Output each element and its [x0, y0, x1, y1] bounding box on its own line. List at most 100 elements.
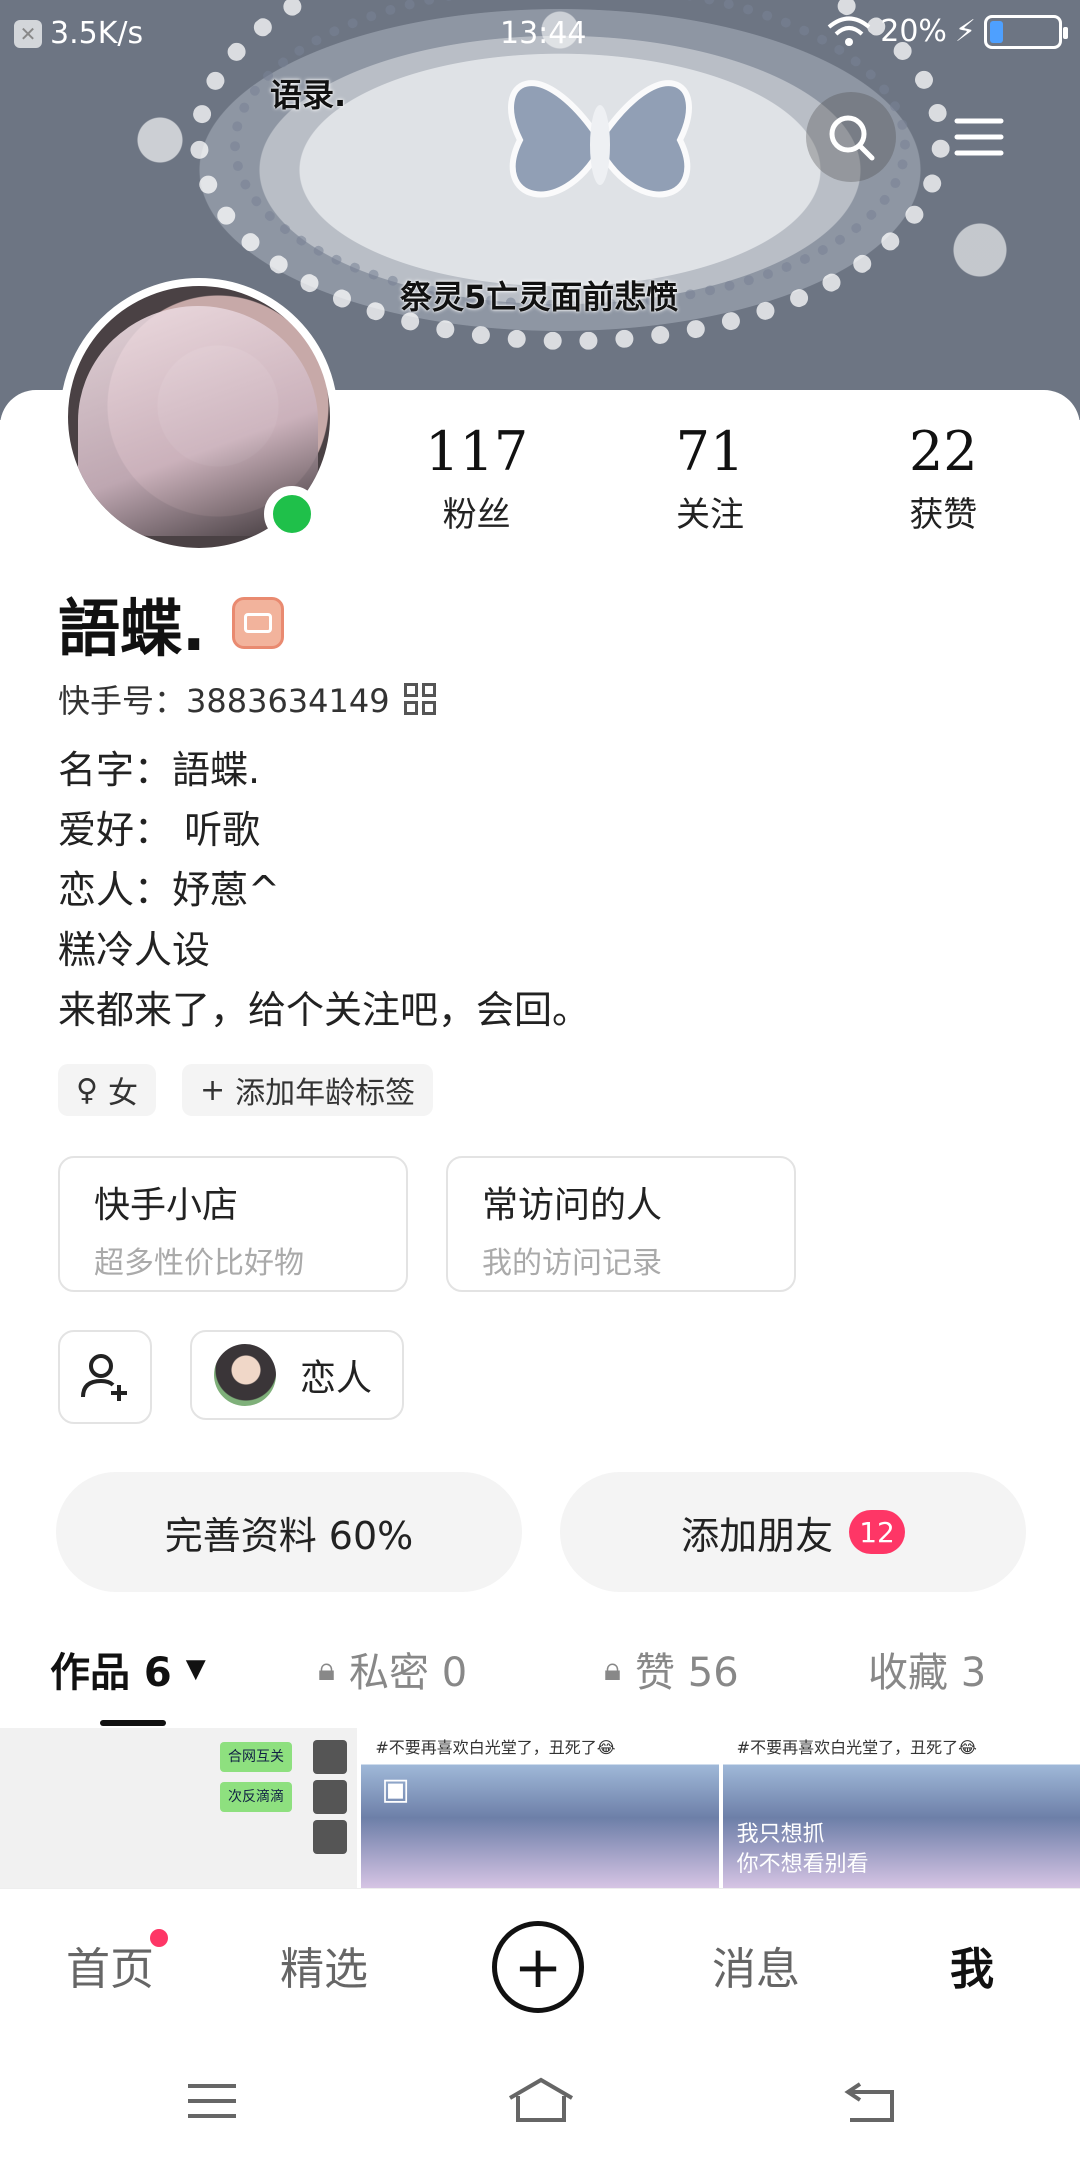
- kuaishou-id[interactable]: 快手号：3883634149: [58, 676, 436, 722]
- network-speed: 3.5K/s: [50, 16, 144, 51]
- profile-tags: ♀ 女 + 添加年龄标签: [58, 1064, 434, 1116]
- relation-actions: 恋人: [58, 1330, 404, 1424]
- stat-label: 粉丝: [442, 495, 511, 535]
- stat-followers[interactable]: 117 粉丝: [360, 420, 593, 536]
- friend-request-badge: 12: [849, 1510, 905, 1554]
- tab-label: 作品 6: [50, 1650, 172, 1696]
- qr-code-icon[interactable]: [403, 683, 436, 715]
- chat-chip: 合网互关: [220, 1742, 292, 1772]
- bottom-nav: 首页 精选 + 消息 我: [0, 1888, 1080, 2038]
- recent-apps-icon[interactable]: [182, 2076, 242, 2126]
- bio-line: 恋人：妤蒽^: [58, 868, 280, 912]
- lock-icon: 🔒︎: [604, 1649, 622, 1688]
- lover-avatar: [214, 1344, 276, 1406]
- complete-profile-button[interactable]: 完善资料 60%: [56, 1472, 522, 1592]
- caret-down-icon: ▼: [185, 1654, 206, 1684]
- active-tab-indicator: [100, 1720, 166, 1726]
- video-thumbnail[interactable]: #不要再喜欢白光堂了，丑死了😂 我只想抓 你不想看别看: [722, 1728, 1080, 1890]
- gender-tag[interactable]: ♀ 女: [58, 1064, 156, 1116]
- notification-dot: [150, 1929, 168, 1947]
- username-text: 語蝶.: [58, 592, 206, 665]
- create-button[interactable]: +: [492, 1921, 584, 2013]
- bio: 名字：語蝶. 爱好： 听歌 恋人：妤蒽^ 糕冷人设 来都来了，给个关注吧，会回。: [58, 740, 590, 1040]
- hamburger-menu-icon: [954, 118, 1004, 156]
- search-icon: [829, 115, 875, 161]
- lover-button[interactable]: 恋人: [190, 1330, 404, 1420]
- stat-following[interactable]: 71 关注: [593, 420, 826, 536]
- online-status-dot: [264, 486, 320, 542]
- system-nav-bar: [0, 2040, 1080, 2160]
- content-tabs: 作品 6 ▼ 🔒︎ 私密 0 🔒︎ 赞 56 收藏 3: [0, 1640, 1080, 1730]
- bio-line: 来都来了，给个关注吧，会回。: [58, 988, 591, 1032]
- chat-avatar: [313, 1740, 348, 1774]
- stat-number: 71: [675, 420, 745, 483]
- add-age-tag-button[interactable]: + 添加年龄标签: [181, 1064, 434, 1116]
- wifi-icon: [827, 16, 871, 46]
- works-grid: 合网互关 次反滴滴 #不要再喜欢白光堂了，丑死了😂 ▣ #不要再喜欢白光堂了，丑…: [0, 1728, 1080, 1890]
- tab-favorites[interactable]: 收藏 3: [868, 1640, 986, 1698]
- video-thumbnail[interactable]: 合网互关 次反滴滴: [0, 1728, 358, 1890]
- overlay-line: 你不想看别看: [736, 1852, 869, 1877]
- video-title: #不要再喜欢白光堂了，丑死了😂: [736, 1738, 977, 1757]
- level-badge-icon[interactable]: [231, 597, 284, 649]
- close-notification-icon: ✕: [14, 19, 42, 48]
- stat-likes[interactable]: 22 获赞: [827, 420, 1060, 536]
- profile-actions: 完善资料 60% 添加朋友 12: [56, 1472, 1026, 1592]
- chat-avatar: [313, 1780, 348, 1814]
- bio-line: 糕冷人设: [58, 928, 211, 972]
- tab-label: 赞 56: [635, 1650, 739, 1696]
- kuaishou-shop-tile[interactable]: 快手小店 超多性价比好物: [58, 1156, 408, 1292]
- nav-me[interactable]: 我: [950, 1933, 994, 1997]
- gender-text: 女: [107, 1076, 138, 1111]
- add-person-icon: [81, 1354, 127, 1401]
- username: 語蝶.: [58, 578, 284, 668]
- nav-featured[interactable]: 精选: [280, 1933, 368, 1997]
- chat-avatar: [313, 1820, 348, 1854]
- clock: 13:44: [500, 16, 587, 51]
- search-button[interactable]: [806, 92, 896, 182]
- tile-subtitle: 我的访问记录: [482, 1246, 662, 1281]
- battery-percent: 20%: [880, 14, 947, 49]
- butterfly-decoration: [508, 80, 692, 198]
- menu-button[interactable]: [934, 92, 1024, 182]
- kuaishou-id-text: 快手号：3883634149: [58, 682, 390, 720]
- banner-caption: 语录.: [270, 76, 347, 114]
- complete-profile-label: 完善资料 60%: [164, 1513, 414, 1558]
- back-icon[interactable]: [840, 2076, 900, 2126]
- female-icon: ♀: [76, 1072, 98, 1108]
- frequent-visitors-tile[interactable]: 常访问的人 我的访问记录: [446, 1156, 796, 1292]
- nav-home[interactable]: 首页: [66, 1933, 154, 1997]
- tab-label: 收藏 3: [868, 1650, 987, 1696]
- chat-chip: 次反滴滴: [220, 1782, 292, 1812]
- tab-private[interactable]: 🔒︎ 私密 0: [318, 1640, 467, 1698]
- bio-line: 爱好： 听歌: [58, 808, 261, 852]
- add-friend-button[interactable]: 添加朋友 12: [560, 1472, 1026, 1592]
- status-bar: ✕ 3.5K/s 13:44 20% ⚡: [0, 0, 1080, 70]
- tab-likes[interactable]: 🔒︎ 赞 56: [604, 1640, 739, 1698]
- video-overlay-text: 我只想抓 你不想看别看: [737, 1820, 869, 1880]
- banner-caption: 祭灵5亡灵面前悲愤: [400, 278, 679, 316]
- plus-icon: +: [513, 1933, 563, 2001]
- overlay-line: 我只想抓: [736, 1822, 825, 1847]
- feature-tiles: 快手小店 超多性价比好物 常访问的人 我的访问记录: [58, 1156, 796, 1292]
- profile-stats: 117 粉丝 71 关注 22 获赞: [360, 420, 1060, 536]
- video-thumbnail[interactable]: #不要再喜欢白光堂了，丑死了😂 ▣: [361, 1728, 719, 1890]
- stat-label: 获赞: [909, 495, 978, 535]
- stat-number: 22: [908, 420, 978, 483]
- image-icon: ▣: [381, 1772, 410, 1807]
- plus-icon: +: [199, 1072, 226, 1108]
- stat-number: 117: [425, 420, 529, 483]
- stat-label: 关注: [675, 495, 744, 535]
- home-icon[interactable]: [506, 2076, 576, 2126]
- battery-icon: [984, 14, 1068, 49]
- lover-label: 恋人: [300, 1358, 373, 1399]
- tab-works[interactable]: 作品 6 ▼: [50, 1640, 206, 1698]
- add-relation-button[interactable]: [58, 1330, 152, 1424]
- nav-messages[interactable]: 消息: [712, 1933, 800, 1997]
- tile-title: 常访问的人: [482, 1185, 663, 1226]
- tile-title: 快手小店: [94, 1185, 239, 1226]
- add-age-text: 添加年龄标签: [235, 1076, 416, 1111]
- video-title: #不要再喜欢白光堂了，丑死了😂: [375, 1738, 616, 1757]
- add-friend-label: 添加朋友: [681, 1513, 834, 1558]
- tab-label: 私密 0: [349, 1650, 468, 1696]
